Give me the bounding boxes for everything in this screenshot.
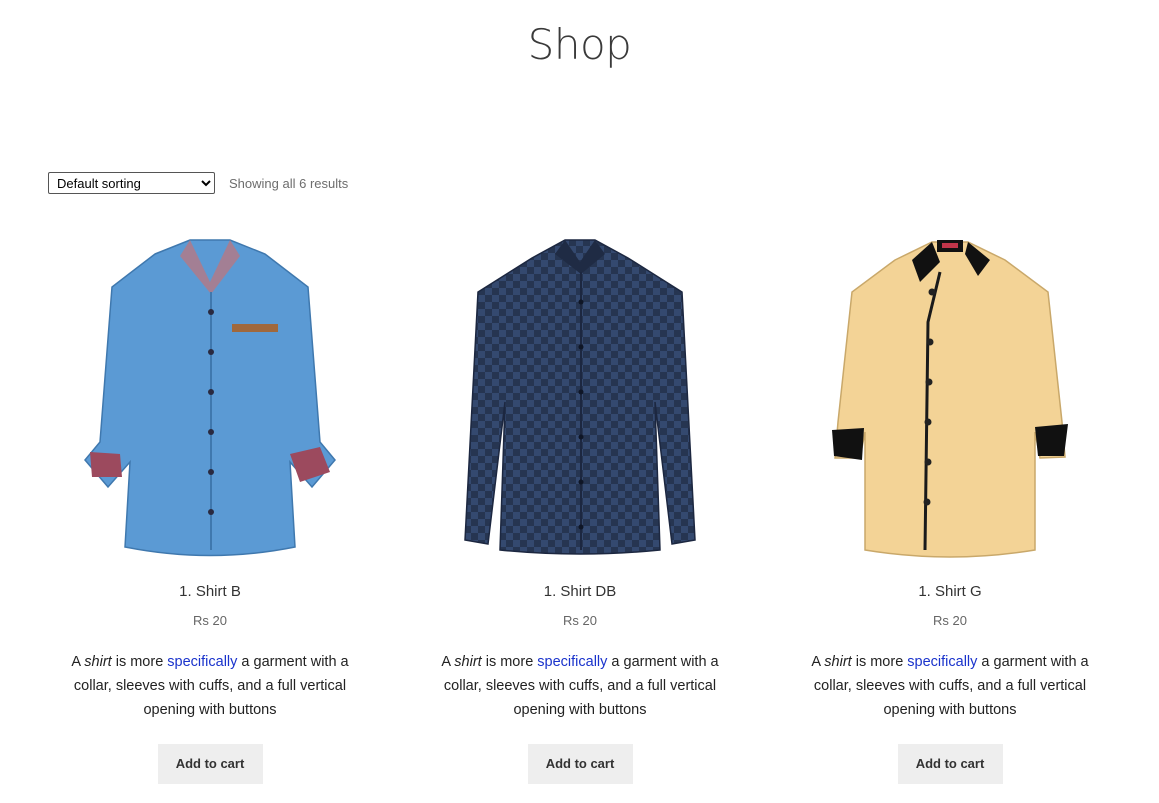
product-card: 1. Shirt G Rs 20 A shirt is more specifi… (785, 232, 1115, 784)
product-image[interactable] (450, 232, 710, 562)
desc-link[interactable]: specifically (907, 654, 977, 670)
price-amount: 20 (212, 613, 227, 628)
product-card: 1. Shirt DB Rs 20 A shirt is more specif… (415, 232, 745, 784)
add-to-cart-button[interactable]: Add to cart (157, 744, 263, 784)
desc-text: A (71, 654, 85, 670)
shirt-image (832, 240, 1068, 558)
add-to-cart-button[interactable]: Add to cart (527, 744, 633, 784)
desc-emphasis: shirt (454, 654, 482, 670)
shirt-image (464, 239, 696, 555)
desc-text: A (811, 654, 825, 670)
result-count: Showing all 6 results (229, 175, 349, 191)
desc-emphasis: shirt (84, 654, 112, 670)
product-name[interactable]: 1. Shirt G (785, 582, 1115, 602)
price-currency: Rs (563, 613, 579, 628)
sort-select[interactable]: Default sorting (48, 172, 215, 194)
product-price: Rs 20 (785, 612, 1115, 630)
product-description: A shirt is more specifically a garment w… (415, 650, 745, 722)
product-description: A shirt is more specifically a garment w… (785, 650, 1115, 722)
desc-text: A (441, 654, 455, 670)
product-price: Rs 20 (45, 612, 375, 630)
price-amount: 20 (582, 613, 597, 628)
product-price: Rs 20 (415, 612, 745, 630)
page-title: Shop (527, 20, 632, 69)
product-image[interactable] (80, 232, 340, 562)
product-name[interactable]: 1. Shirt B (45, 582, 375, 602)
shirt-image (84, 239, 336, 557)
product-card: 1. Shirt B Rs 20 A shirt is more specifi… (45, 232, 375, 784)
price-amount: 20 (952, 613, 967, 628)
desc-text: is more (851, 654, 908, 670)
desc-text: is more (481, 654, 538, 670)
desc-emphasis: shirt (824, 654, 852, 670)
add-to-cart-button[interactable]: Add to cart (897, 744, 1003, 784)
shop-toolbar: Default sorting Showing all 6 results (48, 172, 348, 194)
price-currency: Rs (193, 613, 209, 628)
product-name[interactable]: 1. Shirt DB (415, 582, 745, 602)
product-image[interactable] (820, 232, 1080, 562)
desc-link[interactable]: specifically (537, 654, 607, 670)
product-description: A shirt is more specifically a garment w… (45, 650, 375, 722)
desc-text: is more (111, 654, 168, 670)
price-currency: Rs (933, 613, 949, 628)
desc-link[interactable]: specifically (167, 654, 237, 670)
